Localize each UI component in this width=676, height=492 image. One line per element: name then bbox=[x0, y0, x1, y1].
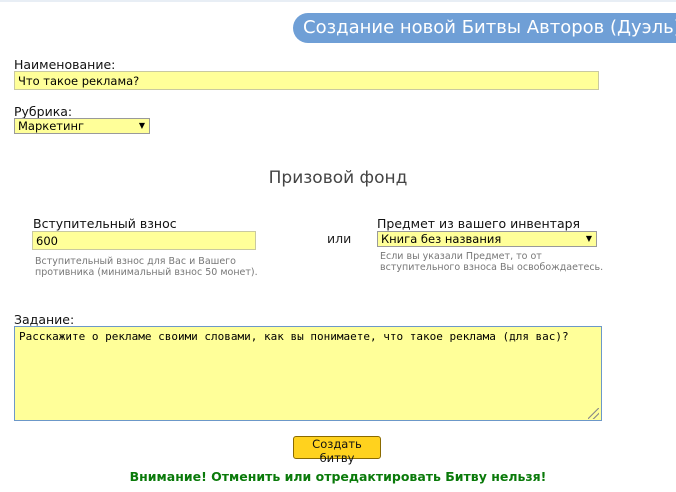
top-border bbox=[0, 0, 676, 2]
page-title: Создание новой Битвы Авторов (Дуэль) bbox=[293, 13, 676, 43]
item-selected-value: Книга без названия bbox=[381, 232, 502, 246]
task-textarea[interactable]: Расскажите о рекламе своими словами, как… bbox=[14, 326, 602, 421]
create-battle-button[interactable]: Создать битву bbox=[293, 436, 381, 465]
name-label: Наименование: bbox=[14, 57, 116, 72]
chevron-down-icon: ▼ bbox=[585, 234, 592, 243]
or-label: или bbox=[327, 231, 352, 246]
rubric-selected-value: Маркетинг bbox=[18, 119, 85, 133]
item-select[interactable]: Книга без названия ▼ bbox=[377, 231, 597, 247]
fee-input[interactable] bbox=[32, 231, 256, 250]
warning-text: Внимание! Отменить или отредактировать Б… bbox=[129, 469, 547, 484]
fee-hint: Вступительный взнос для Вас и Вашего про… bbox=[35, 256, 258, 278]
rubric-select[interactable]: Маркетинг ▼ bbox=[14, 118, 150, 134]
name-input[interactable] bbox=[14, 71, 599, 90]
rubric-label: Рубрика: bbox=[14, 104, 73, 119]
fee-label: Вступительный взнос bbox=[33, 216, 177, 231]
chevron-down-icon: ▼ bbox=[138, 121, 145, 130]
resize-grip-icon[interactable] bbox=[588, 408, 599, 419]
item-label: Предмет из вашего инвентаря bbox=[377, 216, 581, 231]
prize-fund-title: Призовой фонд bbox=[268, 168, 408, 188]
item-hint: Если вы указали Предмет, то от вступител… bbox=[380, 251, 604, 273]
task-label: Задание: bbox=[14, 312, 75, 327]
